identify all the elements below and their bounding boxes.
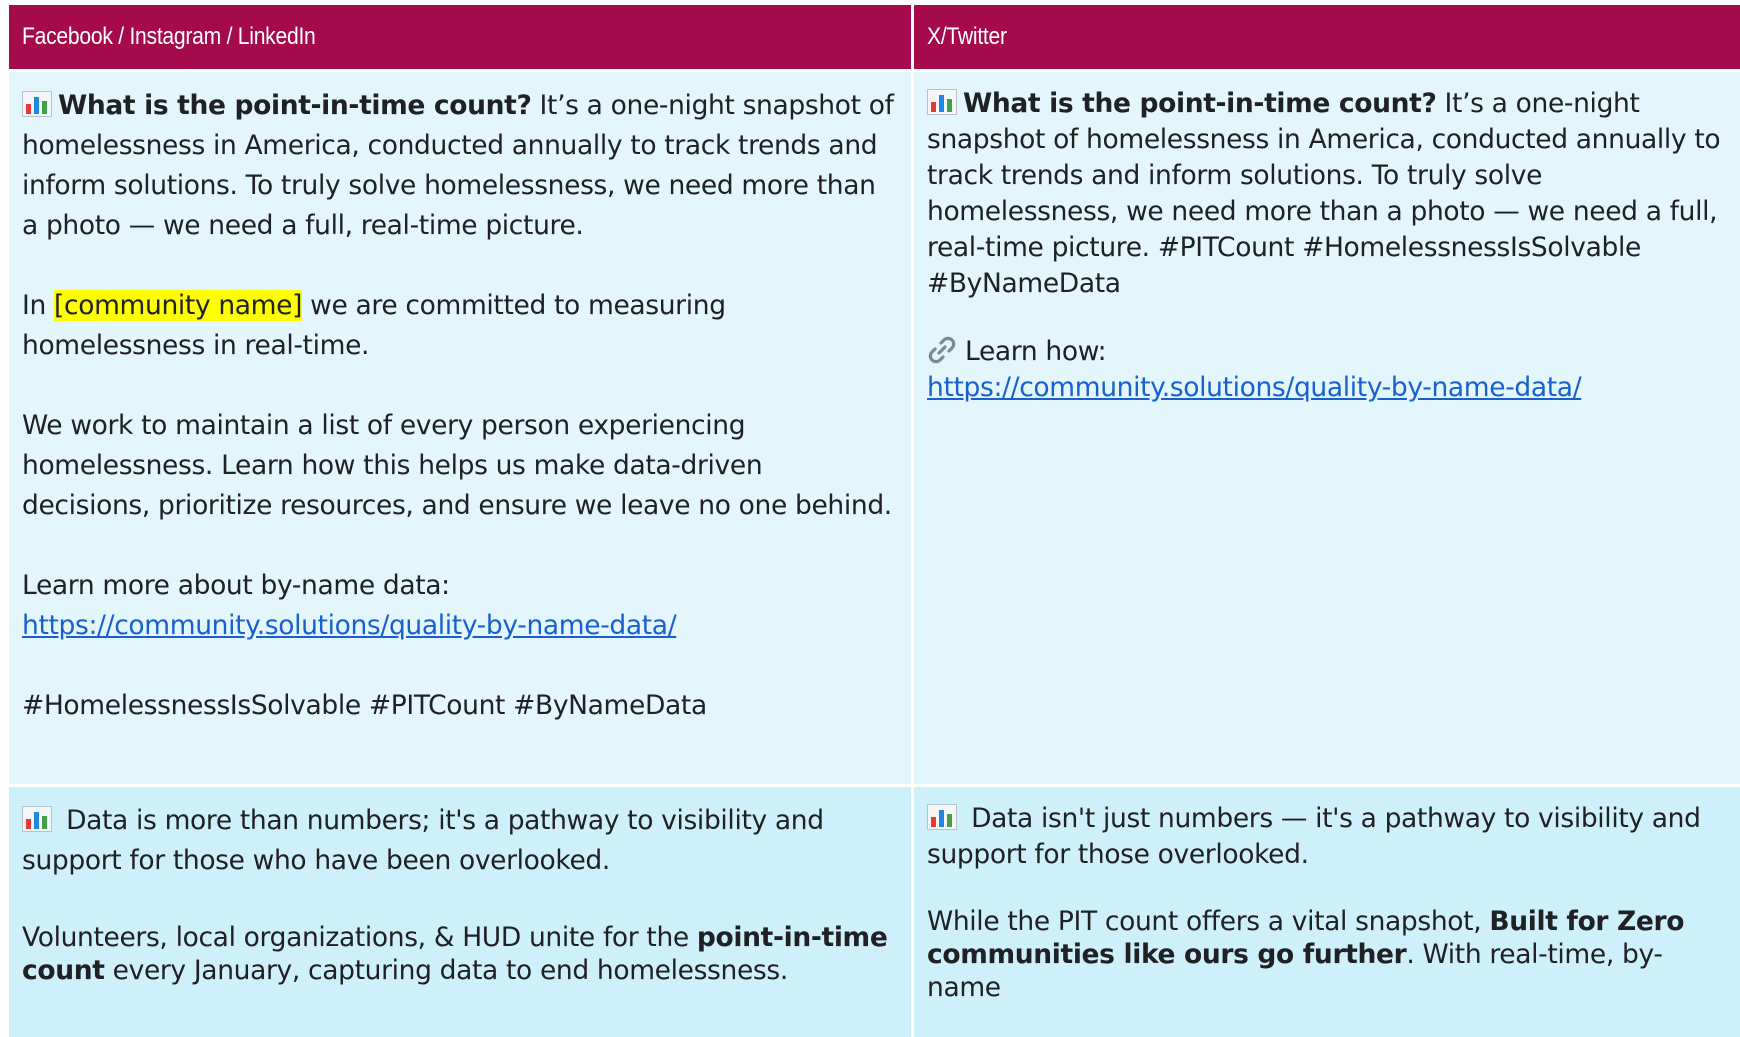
post-table: Facebook / Instagram / LinkedIn X/Twitte… <box>9 5 1740 1037</box>
post-paragraph-community: In [community name] we are committed to … <box>22 286 897 366</box>
link-icon <box>928 336 956 364</box>
by-name-data-link[interactable]: https://community.solutions/quality-by-n… <box>22 610 677 641</box>
tweet-paragraph-bfz: While the PIT count offers a vital snaps… <box>927 905 1729 1004</box>
question-bold: What is the point-in-time count? <box>58 90 532 121</box>
bar-chart-icon <box>927 804 957 830</box>
post-paragraph-learn-more: Learn more about by-name data: https://co… <box>22 566 897 646</box>
community-name-placeholder[interactable]: [community name] <box>54 290 302 321</box>
volunteers-pre: Volunteers, local organizations, & HUD u… <box>22 922 697 953</box>
tweet-learn-how: Learn how: https://community.solutions/qu… <box>927 334 1729 406</box>
header-x-twitter: X/Twitter <box>914 5 1740 69</box>
bar-chart-icon <box>927 89 957 115</box>
post-paragraph-intro: What is the point-in-time count? It’s a … <box>22 86 897 246</box>
bar-chart-icon <box>22 91 52 117</box>
header-right-label: X/Twitter <box>927 23 1007 50</box>
post-x-data-pathway[interactable]: Data isn't just numbers — it's a pathway… <box>914 787 1740 1037</box>
data-text: Data isn't just numbers — it's a pathway… <box>927 803 1701 870</box>
learn-how-label: Learn how: <box>965 336 1107 367</box>
post-paragraph-list: We work to maintain a list of every pers… <box>22 410 892 521</box>
post-paragraph-data: Data is more than numbers; it's a pathwa… <box>22 801 897 881</box>
post-fb-pit-count[interactable]: What is the point-in-time count? It’s a … <box>9 72 911 784</box>
tweet-paragraph-data: Data isn't just numbers — it's a pathway… <box>927 801 1729 873</box>
learn-more-label: Learn more about by-name data: <box>22 570 450 601</box>
data-text: Data is more than numbers; it's a pathwa… <box>22 805 824 876</box>
header-left-label: Facebook / Instagram / LinkedIn <box>22 23 316 50</box>
volunteers-post: every January, capturing data to end hom… <box>104 955 789 986</box>
post-fb-data-pathway[interactable]: Data is more than numbers; it's a pathwa… <box>9 787 911 1037</box>
by-name-data-link[interactable]: https://community.solutions/quality-by-n… <box>927 372 1582 403</box>
bfz-pre: While the PIT count offers a vital snaps… <box>927 906 1490 937</box>
bar-chart-icon <box>22 806 52 832</box>
community-pre: In <box>22 290 54 321</box>
intro-text: It’s a one-night snapshot of homelessnes… <box>927 88 1721 299</box>
post-hashtags: #HomelessnessIsSolvable #PITCount #ByNam… <box>22 690 707 721</box>
post-x-pit-count[interactable]: What is the point-in-time count? It’s a … <box>914 72 1740 784</box>
post-paragraph-volunteers: Volunteers, local organizations, & HUD u… <box>22 921 897 987</box>
tweet-paragraph-intro: What is the point-in-time count? It’s a … <box>927 86 1729 302</box>
header-facebook-instagram-linkedin: Facebook / Instagram / LinkedIn <box>9 5 911 69</box>
question-bold: What is the point-in-time count? <box>963 88 1437 119</box>
